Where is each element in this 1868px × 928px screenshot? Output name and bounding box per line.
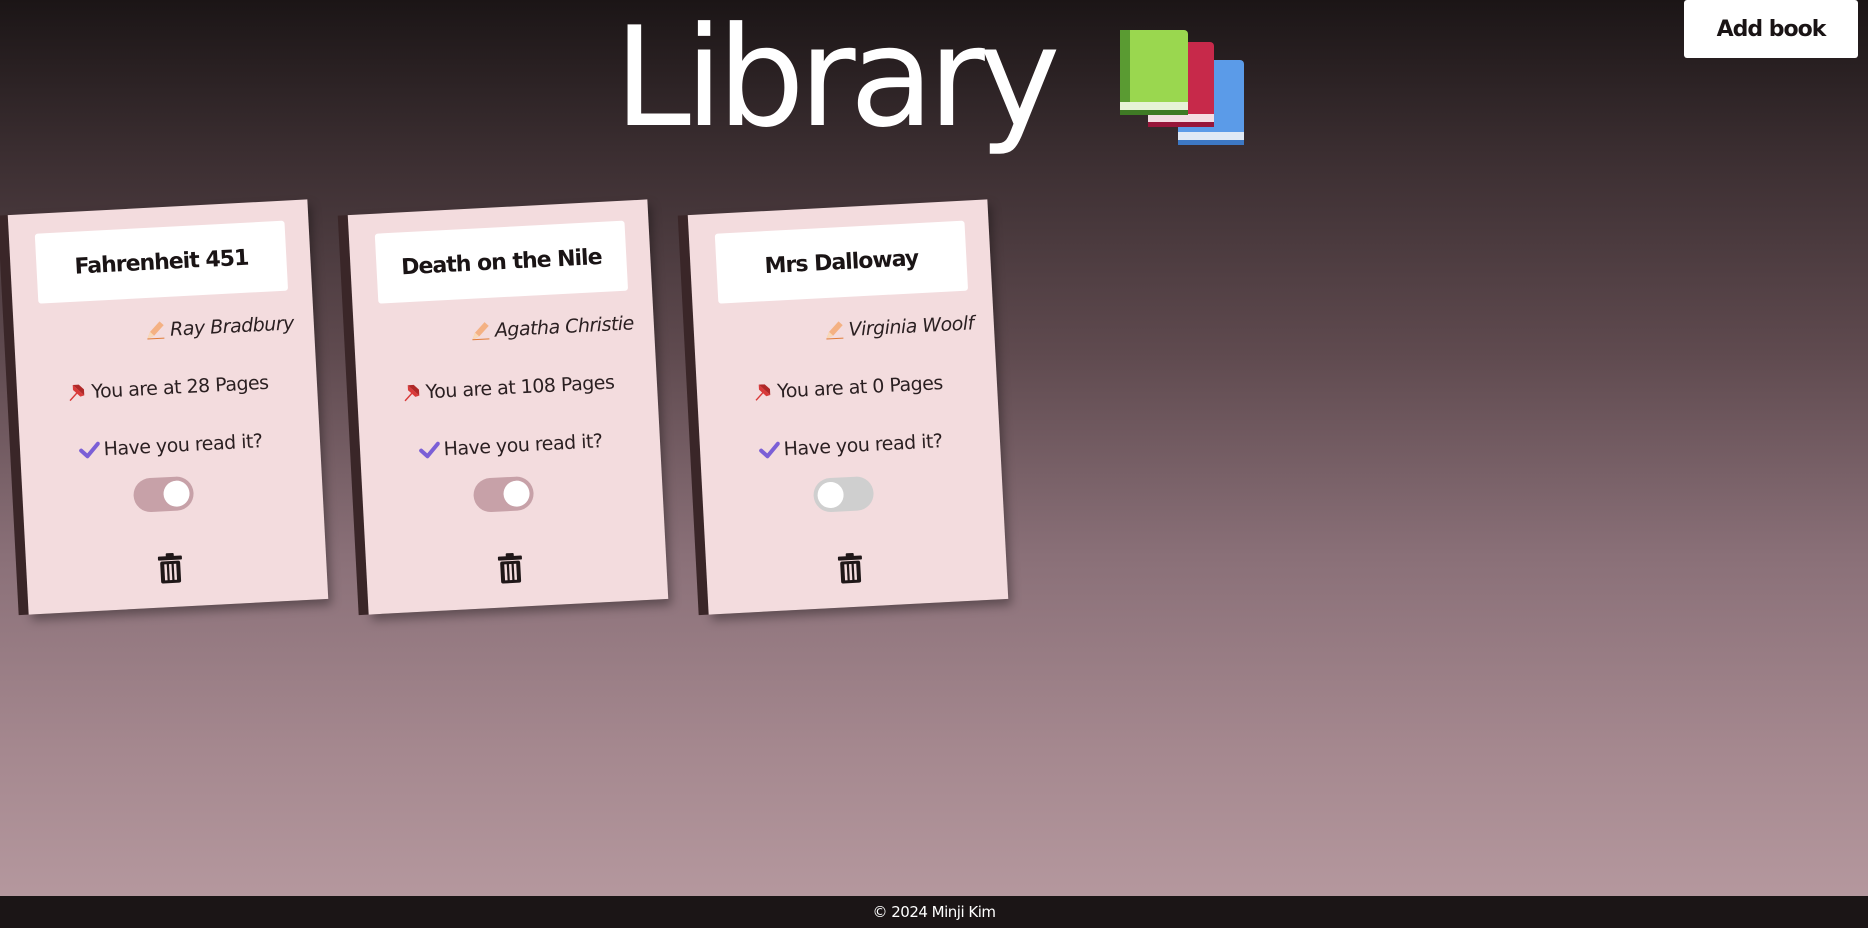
book-read-row: Have you read it? [360,427,661,465]
delete-wrap [366,544,667,592]
book-pages-row: You are at 0 Pages [697,369,998,407]
book-title: Mrs Dalloway [764,245,919,279]
toggle-knob [162,480,191,508]
checkmark-icon [78,441,100,459]
book-read-question: Have you read it? [443,430,603,461]
read-toggle-wrap [702,469,1003,519]
pencil-icon [472,322,490,341]
toggle-knob [816,481,845,509]
pushpin-icon [69,384,85,402]
book-pages-row: You are at 28 Pages [17,369,318,407]
book-read-question: Have you read it? [103,430,263,461]
book-author: Ray Bradbury [169,312,295,341]
pencil-icon [825,321,843,340]
pushpin-icon [404,384,419,402]
trash-icon[interactable] [497,551,525,584]
read-toggle[interactable] [472,475,535,513]
read-toggle[interactable] [812,475,875,513]
book-pages: You are at 28 Pages [90,371,270,403]
toggle-knob [502,480,531,508]
book-title-box: Mrs Dalloway [714,220,969,304]
trash-icon[interactable] [837,551,865,584]
pencil-icon [147,321,165,340]
trash-icon[interactable] [157,551,185,584]
delete-wrap [26,544,327,592]
book-read-question: Have you read it? [783,430,943,461]
book-author-row: Virginia Woolf [694,312,975,349]
book-pages: You are at 0 Pages [776,372,944,403]
page-header: Library [0,0,1868,160]
checkmark-icon [758,441,780,459]
books-icon [1120,30,1244,145]
book-author: Agatha Christie [494,312,635,342]
checkmark-icon [418,441,440,459]
book-card: Death on the Nile Agatha Christie You ar… [347,199,669,615]
read-toggle[interactable] [132,475,195,513]
book-author-row: Ray Bradbury [14,312,295,349]
page-title: Library [614,0,1061,158]
book-card: Fahrenheit 451 Ray Bradbury You are at 2… [7,199,329,615]
copyright-text: © 2024 Minji Kim [872,903,996,921]
read-toggle-wrap [362,469,663,519]
book-pages-row: You are at 108 Pages [357,369,658,407]
book-author: Virginia Woolf [847,312,975,341]
book-title-box: Death on the Nile [374,220,629,304]
book-card: Mrs Dalloway Virginia Woolf You are at 0… [687,199,1009,615]
book-title: Fahrenheit 451 [73,245,249,280]
book-pages: You are at 108 Pages [425,371,615,404]
add-book-button[interactable]: Add book [1684,0,1858,58]
book-title-box: Fahrenheit 451 [34,220,289,304]
book-read-row: Have you read it? [20,427,321,465]
delete-wrap [706,544,1007,592]
book-author-row: Agatha Christie [354,312,635,349]
read-toggle-wrap [22,469,323,519]
page-footer: © 2024 Minji Kim [0,896,1868,928]
pushpin-icon [755,384,771,401]
book-read-row: Have you read it? [700,427,1001,465]
book-title: Death on the Nile [400,244,603,280]
